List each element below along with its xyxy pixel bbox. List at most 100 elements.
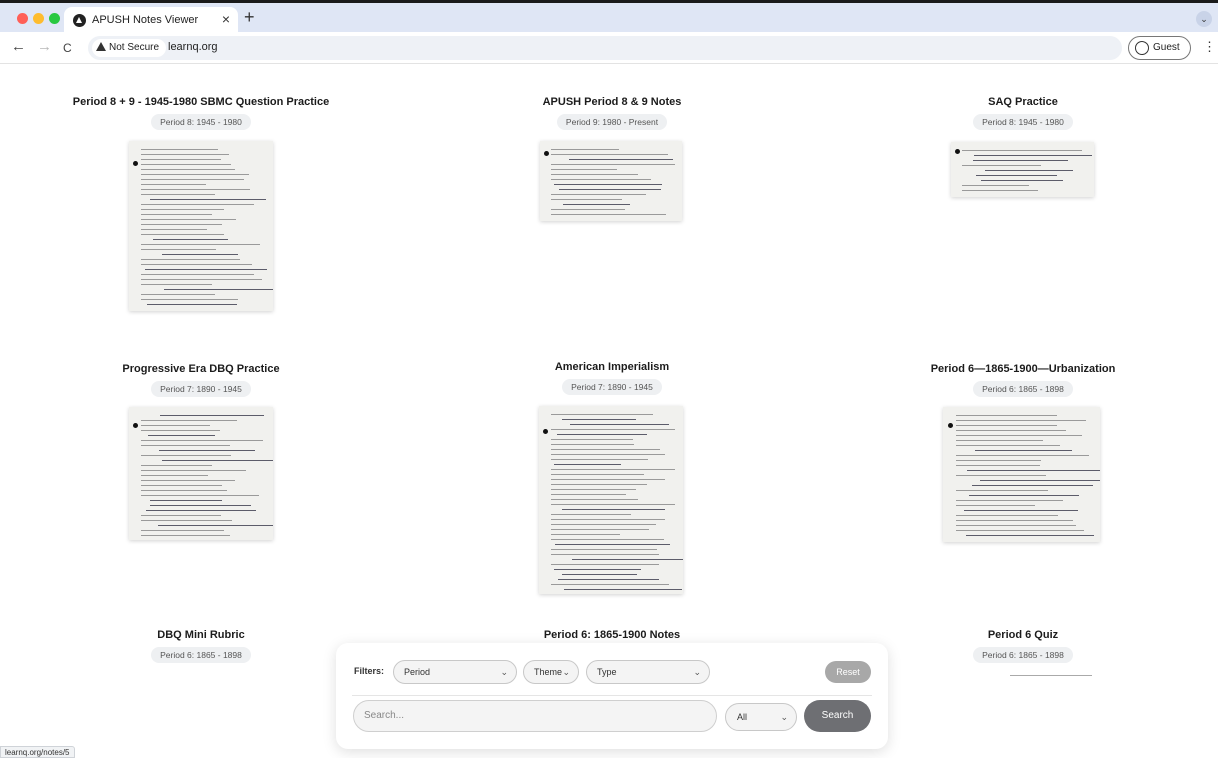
text-line bbox=[140, 149, 219, 150]
security-label: Not Secure bbox=[109, 42, 160, 53]
type-select[interactable]: Type ⌄ bbox=[586, 660, 710, 684]
text-line bbox=[955, 465, 1041, 466]
note-title: APUSH Period 8 & 9 Notes bbox=[542, 96, 682, 108]
text-line bbox=[955, 525, 1076, 526]
search-input[interactable]: Search... bbox=[353, 700, 717, 732]
text-line bbox=[140, 159, 221, 160]
profile-icon bbox=[1135, 41, 1149, 55]
handwriting-stroke bbox=[563, 204, 630, 205]
note-thumbnail[interactable] bbox=[539, 406, 683, 594]
handwriting-stroke bbox=[149, 505, 251, 506]
text-line bbox=[550, 484, 647, 485]
note-thumbnail[interactable] bbox=[951, 142, 1094, 197]
period-badge: Period 6: 1865 - 1898 bbox=[973, 381, 1073, 397]
text-line bbox=[550, 554, 660, 555]
link-status-bar: learnq.org/notes/5 bbox=[0, 746, 75, 758]
tab-search-icon[interactable]: ⌄ bbox=[1196, 11, 1212, 27]
note-thumbnail[interactable] bbox=[943, 407, 1100, 542]
note-card[interactable]: Period 8 + 9 - 1945-1980 SBMC Question P… bbox=[1, 96, 401, 130]
back-arrow-icon[interactable]: ← bbox=[11, 38, 26, 56]
forward-arrow-icon[interactable]: → bbox=[37, 38, 52, 56]
text-line bbox=[140, 515, 221, 516]
theme-select[interactable]: Theme ⌄ bbox=[523, 660, 579, 684]
type-select-value: Type bbox=[597, 667, 617, 677]
note-thumbnail[interactable] bbox=[129, 407, 273, 540]
reset-button[interactable]: Reset bbox=[825, 661, 871, 683]
text-line bbox=[550, 524, 656, 525]
reload-icon[interactable]: C bbox=[63, 39, 72, 57]
handwriting-stroke bbox=[980, 480, 1100, 481]
handwriting-stroke bbox=[147, 304, 237, 305]
text-line bbox=[140, 179, 244, 180]
note-card[interactable]: American Imperialism Period 7: 1890 - 19… bbox=[412, 361, 812, 395]
handwriting-stroke bbox=[973, 160, 1068, 161]
text-line bbox=[550, 414, 653, 415]
maximize-window-icon[interactable] bbox=[49, 13, 60, 24]
text-line bbox=[955, 460, 1041, 461]
text-line bbox=[550, 529, 649, 530]
search-button[interactable]: Search bbox=[804, 700, 871, 732]
guest-profile-button[interactable]: Guest bbox=[1128, 36, 1191, 60]
url-text[interactable]: learnq.org bbox=[168, 41, 218, 53]
handwriting-stroke bbox=[144, 269, 267, 270]
note-card[interactable]: Period 6: 1865-1900 Notes bbox=[412, 629, 812, 641]
divider bbox=[352, 695, 872, 696]
note-card[interactable]: Progressive Era DBQ Practice Period 7: 1… bbox=[1, 363, 401, 397]
handwriting-stroke bbox=[973, 155, 1093, 156]
text-line bbox=[551, 174, 638, 175]
note-title: DBQ Mini Rubric bbox=[157, 629, 245, 641]
text-line bbox=[550, 534, 620, 535]
browser-tab[interactable]: APUSH Notes Viewer × bbox=[64, 7, 238, 35]
text-line bbox=[550, 439, 634, 440]
text-line bbox=[140, 174, 249, 175]
text-line bbox=[140, 164, 232, 165]
text-line bbox=[550, 489, 637, 490]
search-scope-select[interactable]: All ⌄ bbox=[725, 703, 797, 731]
theme-select-value: Theme bbox=[534, 667, 563, 677]
text-line bbox=[550, 499, 639, 500]
note-thumbnail[interactable] bbox=[540, 141, 682, 221]
close-window-icon[interactable] bbox=[17, 13, 28, 24]
text-line bbox=[140, 284, 213, 285]
not-secure-chip[interactable]: Not Secure bbox=[92, 39, 167, 57]
new-tab-button[interactable]: + bbox=[244, 8, 255, 26]
handwriting-stroke bbox=[561, 509, 665, 510]
note-card[interactable]: APUSH Period 8 & 9 Notes Period 9: 1980 … bbox=[412, 96, 812, 130]
text-line bbox=[551, 194, 646, 195]
chevron-down-icon: ⌄ bbox=[562, 667, 570, 677]
period-select-value: Period bbox=[404, 667, 431, 677]
text-line bbox=[551, 214, 666, 215]
text-line bbox=[140, 425, 210, 426]
browser-menu-icon[interactable]: ⋮ bbox=[1203, 40, 1216, 54]
period-badge: Period 8: 1945 - 1980 bbox=[151, 114, 251, 130]
text-line bbox=[140, 249, 217, 250]
text-line bbox=[550, 519, 665, 520]
text-line bbox=[550, 429, 675, 430]
text-line bbox=[140, 274, 254, 275]
browser-toolbar: ← → C Not Secure learnq.org Guest ⋮ bbox=[0, 32, 1218, 64]
note-title: American Imperialism bbox=[554, 361, 670, 373]
binder-hole bbox=[955, 149, 961, 154]
text-line bbox=[140, 520, 233, 521]
note-card[interactable]: SAQ Practice Period 8: 1945 - 1980 bbox=[823, 96, 1218, 130]
text-line bbox=[140, 440, 264, 441]
text-line bbox=[955, 420, 1087, 421]
handwriting-stroke bbox=[975, 175, 1058, 176]
period-select[interactable]: Period ⌄ bbox=[393, 660, 517, 684]
note-thumbnail[interactable] bbox=[129, 141, 273, 311]
address-bar[interactable]: Not Secure learnq.org bbox=[88, 36, 1122, 60]
text-line bbox=[140, 445, 231, 446]
text-line bbox=[955, 505, 1036, 506]
text-line bbox=[140, 259, 240, 260]
note-card[interactable]: Period 6—1865-1900—Urbanization Period 6… bbox=[823, 363, 1218, 397]
tab-close-icon[interactable]: × bbox=[222, 11, 230, 27]
text-line bbox=[140, 490, 227, 491]
text-line bbox=[955, 455, 1090, 456]
handwriting-stroke bbox=[147, 435, 216, 436]
handwriting-stroke bbox=[980, 180, 1064, 181]
text-line bbox=[140, 430, 221, 431]
minimize-window-icon[interactable] bbox=[33, 13, 44, 24]
text-line bbox=[550, 504, 675, 505]
handwriting-stroke bbox=[974, 450, 1073, 451]
text-line bbox=[140, 420, 238, 421]
